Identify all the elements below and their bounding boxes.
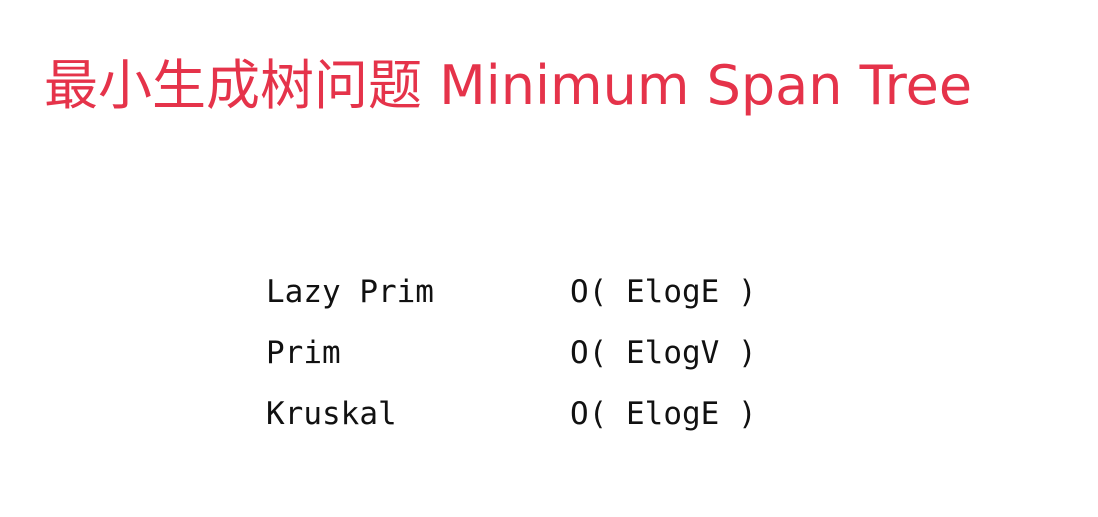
table-row: Kruskal O( ElogE ) — [266, 390, 757, 451]
algorithm-name: Kruskal — [266, 396, 397, 432]
algorithm-name: Prim — [266, 335, 341, 371]
table-row: Lazy Prim O( ElogE ) — [266, 268, 757, 329]
algorithm-name: Lazy Prim — [266, 274, 434, 310]
time-complexity: O( ElogE ) — [570, 396, 757, 432]
complexity-table: Lazy Prim O( ElogE ) Prim O( ElogV ) Kru… — [266, 268, 757, 451]
slide-title: 最小生成树问题 Minimum Span Tree — [44, 54, 973, 117]
table-row: Prim O( ElogV ) — [266, 329, 757, 390]
time-complexity: O( ElogE ) — [570, 274, 757, 310]
time-complexity: O( ElogV ) — [570, 335, 757, 371]
